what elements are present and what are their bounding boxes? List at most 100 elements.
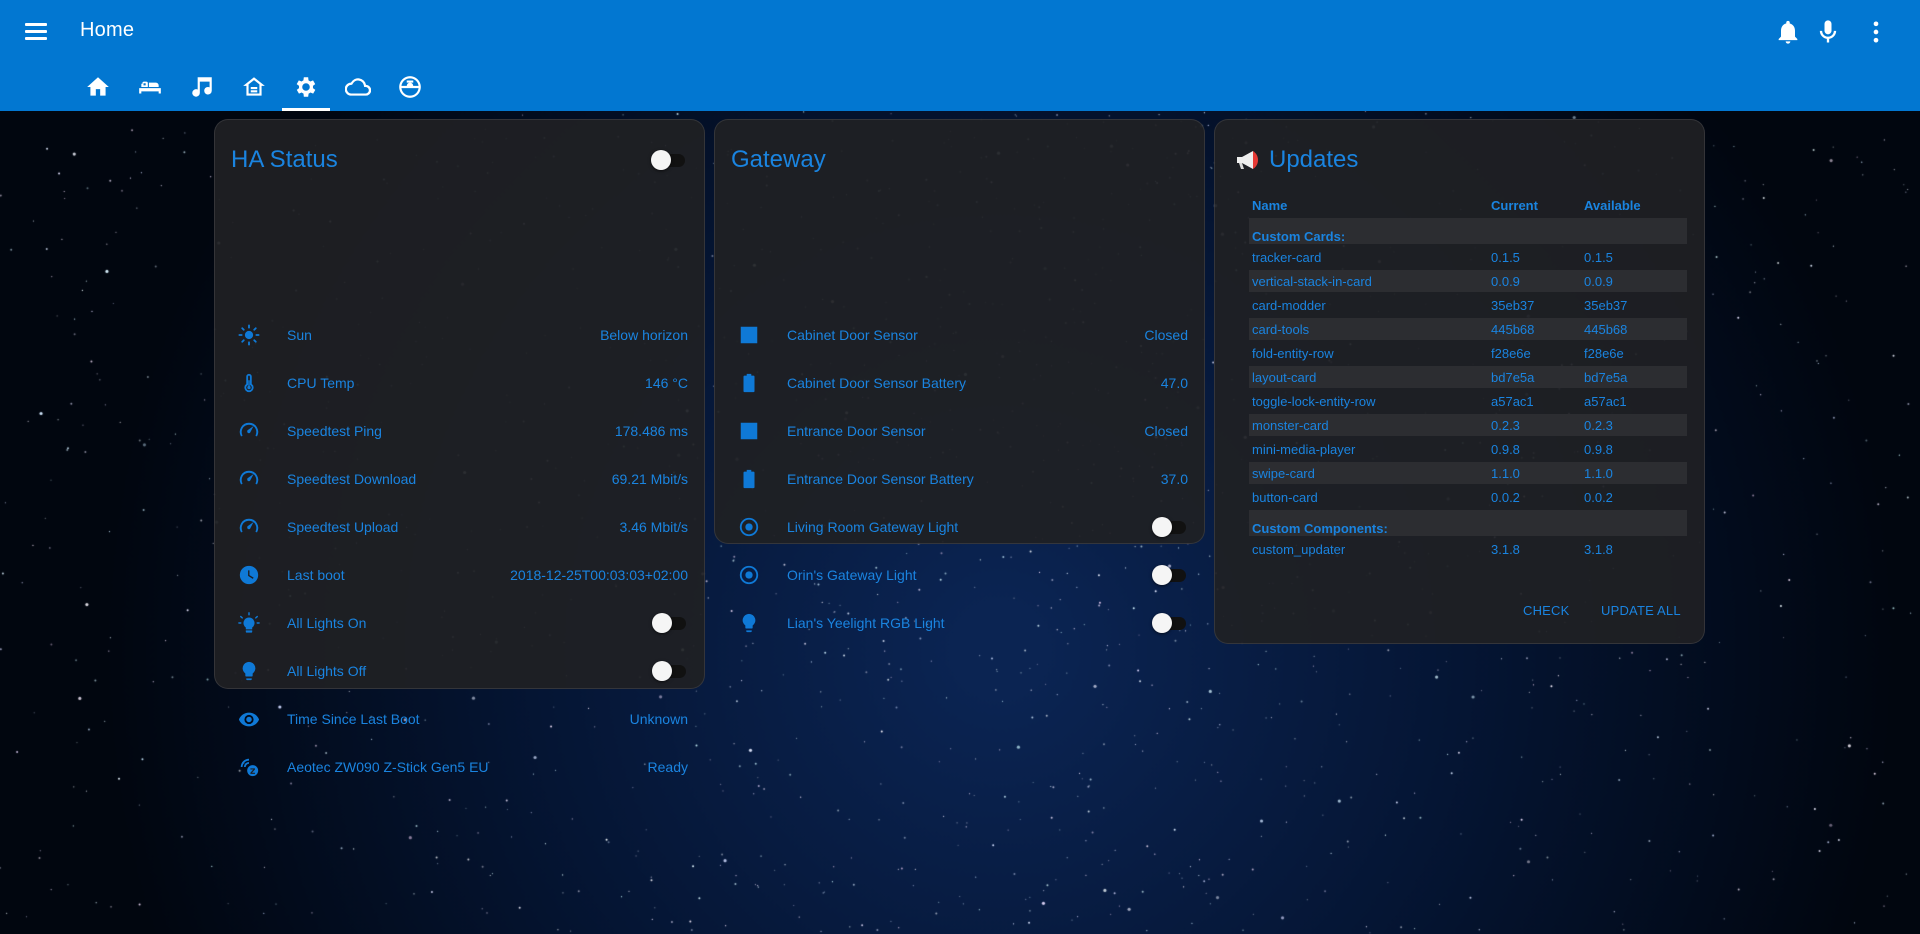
more-options-icon[interactable] [1862, 18, 1890, 46]
notifications-bell-icon[interactable] [1774, 18, 1802, 46]
entity-name: Speedtest Download [287, 471, 417, 487]
section-label: Custom Components: [1249, 510, 1687, 536]
entity-row[interactable]: Entrance Door Sensor Battery 37.0 [731, 459, 1188, 499]
entity-row[interactable]: Cabinet Door Sensor Closed [731, 315, 1188, 355]
entity-row[interactable]: Lian's Yeelight RGB Light [731, 603, 1188, 643]
entity-row[interactable]: Last boot 2018-12-25T00:03:03+02:00 [231, 555, 688, 595]
z-wave-icon [231, 747, 267, 787]
available-version: 3.1.8 [1584, 541, 1613, 557]
entity-toggle[interactable] [1152, 613, 1188, 633]
component-name: tracker-card [1252, 249, 1322, 265]
menu-icon[interactable] [22, 19, 50, 43]
entity-row[interactable]: Orin's Gateway Light [731, 555, 1188, 595]
entity-name: Cabinet Door Sensor Battery [787, 375, 966, 391]
entity-row[interactable]: All Lights On [231, 603, 688, 643]
gear-icon [296, 77, 316, 97]
current-version: 3.1.8 [1491, 541, 1520, 557]
component-name: monster-card [1249, 414, 1488, 436]
table-row: mini-media-player 0.9.8 0.9.8 [1249, 438, 1687, 460]
ha-status-header-toggle[interactable] [651, 150, 687, 170]
entity-name: Speedtest Upload [287, 519, 399, 535]
house-outline-icon [243, 77, 265, 96]
music-icon [192, 77, 212, 97]
tab-bedroom[interactable] [124, 68, 176, 111]
entity-row[interactable]: Living Room Gateway Light [731, 507, 1188, 547]
tab-music[interactable] [176, 68, 228, 111]
component-name: swipe-card [1249, 462, 1488, 484]
lightbulb-icon [231, 651, 267, 691]
entity-row[interactable]: Cabinet Door Sensor Battery 47.0 [731, 363, 1188, 403]
entity-row[interactable]: Speedtest Upload 3.46 Mbit/s [231, 507, 688, 547]
entity-row[interactable]: Entrance Door Sensor Closed [731, 411, 1188, 451]
entity-row[interactable]: Aeotec ZW090 Z-Stick Gen5 EU Ready [231, 747, 688, 787]
thermometer-icon [231, 363, 267, 403]
tab-settings[interactable] [280, 68, 332, 111]
entity-row[interactable]: Speedtest Ping 178.486 ms [231, 411, 688, 451]
entity-toggle[interactable] [652, 661, 688, 681]
entity-state: 47.0 [1160, 375, 1188, 391]
component-name: card-modder [1252, 297, 1326, 313]
entity-name: All Lights Off [287, 663, 367, 679]
tab-house[interactable] [228, 68, 280, 111]
entity-state: Unknown [629, 711, 688, 727]
card-title: Updates [1269, 146, 1359, 173]
current-version: f28e6e [1491, 345, 1531, 361]
view-tabs [72, 68, 436, 111]
table-row: card-modder 35eb37 35eb37 [1249, 294, 1687, 316]
entity-row[interactable]: All Lights Off [231, 651, 688, 691]
update-all-button[interactable]: UPDATE ALL [1593, 597, 1689, 624]
entity-name: Entrance Door Sensor Battery [787, 471, 974, 487]
table-row: button-card 0.0.2 0.0.2 [1249, 486, 1687, 508]
table-row: card-tools 445b68 445b68 [1249, 318, 1687, 340]
current-version: bd7e5a [1488, 366, 1581, 388]
robot-vacuum-icon [399, 76, 421, 98]
ha-status-card: HA Status Sun Below horizon CPU Temp 146 °C… [214, 119, 705, 777]
available-version: 0.0.9 [1581, 270, 1687, 292]
entity-toggle[interactable] [1152, 517, 1188, 537]
entity-state: Closed [1144, 423, 1188, 439]
square-icon [731, 411, 767, 451]
microphone-icon[interactable] [1814, 18, 1842, 46]
speedometer-icon [231, 411, 267, 451]
entity-row[interactable]: Sun Below horizon [231, 315, 688, 355]
available-version: 0.9.8 [1584, 441, 1613, 457]
entity-name: Last boot [287, 567, 345, 583]
current-version: 35eb37 [1491, 297, 1535, 313]
tab-vacuum[interactable] [384, 68, 436, 111]
component-name: fold-entity-row [1252, 345, 1334, 361]
entity-name: Cabinet Door Sensor [787, 327, 918, 343]
entity-state: 146 °C [645, 375, 688, 391]
table-row: fold-entity-row f28e6e f28e6e [1249, 342, 1687, 364]
entity-state: 3.46 Mbit/s [619, 519, 688, 535]
tab-home[interactable] [72, 68, 124, 111]
entity-state: 178.486 ms [614, 423, 688, 439]
table-row: toggle-lock-entity-row a57ac1 a57ac1 [1249, 390, 1687, 412]
gateway-card: Gateway Cabinet Door Sensor Closed Cabinet… [714, 119, 1205, 633]
entity-name: Lian's Yeelight RGB Light [787, 615, 945, 631]
home-icon [87, 77, 109, 96]
available-version: 1.1.0 [1581, 462, 1687, 484]
available-version: f28e6e [1584, 345, 1624, 361]
entity-row[interactable]: Time Since Last Boot Unknown [231, 699, 688, 739]
current-version: 0.2.3 [1488, 414, 1581, 436]
tab-cloud[interactable] [332, 68, 384, 111]
available-version: bd7e5a [1581, 366, 1687, 388]
eye-icon [231, 699, 267, 739]
section-header-row: Custom Cards: [1249, 218, 1687, 244]
check-button[interactable]: CHECK [1515, 597, 1578, 624]
sun-icon [231, 315, 267, 355]
card-title: HA Status [231, 146, 338, 173]
table-row: tracker-card 0.1.5 0.1.5 [1249, 246, 1687, 268]
column-header: Current [1491, 197, 1538, 213]
entity-row[interactable]: CPU Temp 146 °C [231, 363, 688, 403]
updates-table: Name Current Available Custom Cards: tracker… [1249, 192, 1687, 562]
component-name: button-card [1252, 489, 1318, 505]
available-version: 0.1.5 [1584, 249, 1613, 265]
entity-toggle[interactable] [1152, 565, 1188, 585]
entity-row[interactable]: Speedtest Download 69.21 Mbit/s [231, 459, 688, 499]
current-version: 0.1.5 [1491, 249, 1520, 265]
entity-state: 37.0 [1160, 471, 1188, 487]
entity-toggle[interactable] [652, 613, 688, 633]
card-title: Gateway [731, 146, 826, 173]
megaphone-icon [1237, 151, 1258, 169]
